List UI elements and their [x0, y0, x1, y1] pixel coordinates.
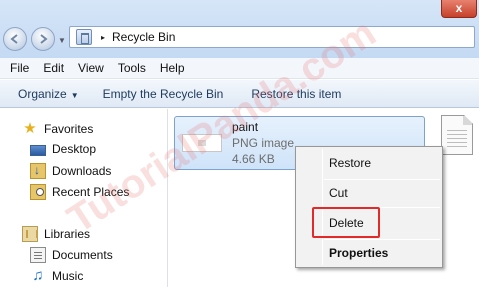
title-bar: x ▼ ▸ Recycle Bin [0, 0, 479, 58]
menu-item-restore[interactable]: Restore [329, 156, 371, 170]
organize-caret-icon: ▼ [70, 90, 79, 100]
address-bar[interactable]: ▸ Recycle Bin [69, 26, 475, 48]
organize-label: Organize [18, 86, 67, 101]
empty-recycle-bin-button[interactable]: Empty the Recycle Bin [95, 87, 232, 101]
file-name: paint [232, 120, 259, 134]
nav-downloads[interactable]: Downloads [30, 163, 111, 179]
menu-help[interactable]: Help [160, 61, 185, 75]
documents-icon [30, 247, 46, 263]
recent-pages-dropdown-icon[interactable]: ▼ [58, 36, 66, 45]
command-toolbar: Organize ▼ Empty the Recycle Bin Restore … [0, 80, 479, 108]
close-button[interactable]: x [441, 0, 477, 18]
forward-arrow-icon [40, 34, 48, 44]
menu-view[interactable]: View [78, 61, 104, 75]
recycle-bin-icon [76, 29, 92, 45]
organize-button[interactable]: Organize ▼ [10, 87, 87, 101]
menu-item-cut[interactable]: Cut [329, 186, 348, 200]
back-arrow-icon [10, 34, 18, 44]
document-file-icon[interactable] [441, 115, 473, 155]
desktop-icon [30, 144, 46, 156]
nav-documents-label: Documents [52, 248, 113, 262]
menu-separator [324, 239, 440, 240]
nav-libraries-label: Libraries [44, 227, 91, 241]
nav-favorites-label: Favorites [44, 122, 94, 136]
music-note-icon: ♫ [32, 267, 44, 284]
nav-downloads-label: Downloads [52, 164, 112, 178]
menu-tools[interactable]: Tools [118, 61, 146, 75]
nav-music[interactable]: ♫ Music [30, 268, 83, 284]
star-icon: ★ [23, 120, 37, 137]
recent-places-icon [30, 184, 46, 200]
navigation-pane: ★ Favorites Desktop Downloads Recent Pla… [0, 109, 168, 287]
nav-desktop[interactable]: Desktop [30, 142, 96, 156]
nav-recent-places-label: Recent Places [52, 185, 130, 199]
nav-libraries[interactable]: Libraries [22, 226, 90, 242]
downloads-folder-icon [30, 163, 46, 179]
breadcrumb-location[interactable]: Recycle Bin [112, 30, 175, 44]
nav-desktop-label: Desktop [52, 142, 97, 156]
nav-music-label: Music [52, 269, 84, 283]
nav-recent-places[interactable]: Recent Places [30, 184, 129, 200]
menu-file[interactable]: File [10, 61, 29, 75]
menu-bar: File Edit View Tools Help [0, 58, 479, 79]
back-button[interactable] [3, 27, 27, 51]
libraries-icon [22, 226, 38, 242]
file-size: 4.66 KB [232, 152, 275, 166]
menu-item-properties[interactable]: Properties [329, 246, 388, 260]
menu-edit[interactable]: Edit [43, 61, 64, 75]
delete-highlight-box [312, 207, 380, 238]
nav-documents[interactable]: Documents [30, 247, 113, 263]
breadcrumb-arrow-icon[interactable]: ▸ [101, 33, 105, 42]
file-type: PNG image [232, 136, 295, 150]
png-thumbnail-icon [182, 134, 222, 152]
forward-button[interactable] [31, 27, 55, 51]
context-menu: Restore Cut Delete Properties [295, 146, 443, 268]
nav-favorites[interactable]: ★ Favorites [22, 121, 93, 137]
restore-item-button[interactable]: Restore this item [243, 87, 349, 101]
menu-separator [324, 179, 440, 180]
